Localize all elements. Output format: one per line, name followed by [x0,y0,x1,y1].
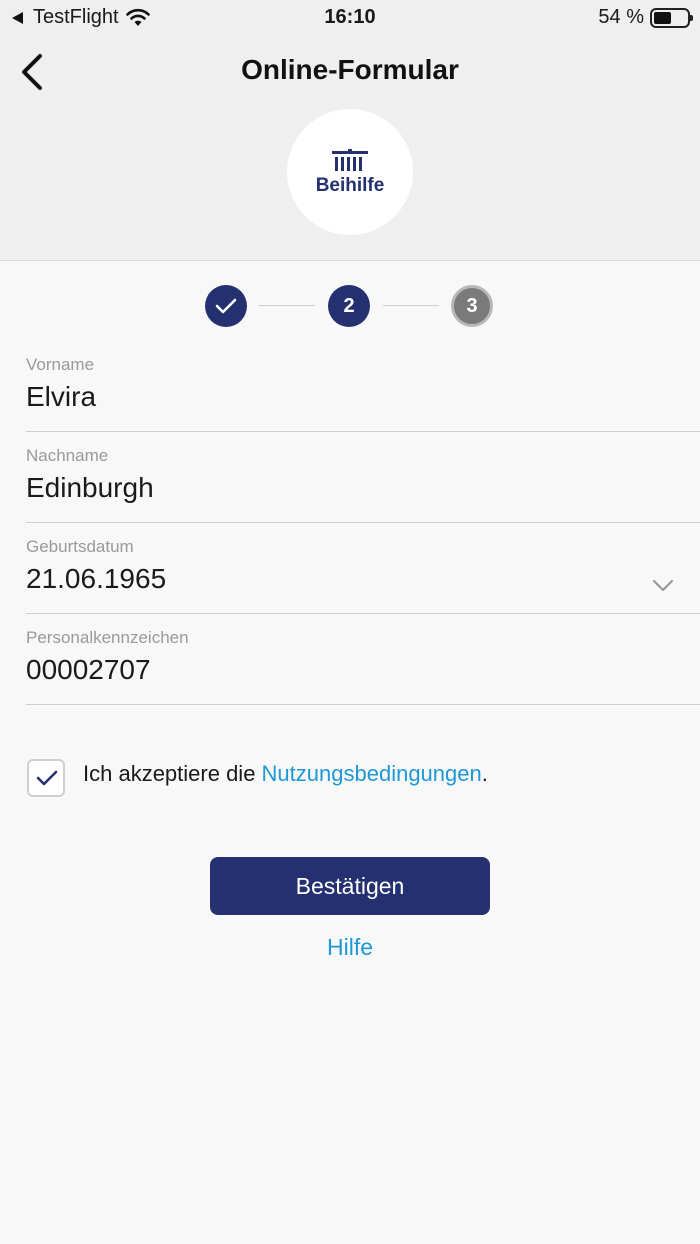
terms-prefix: Ich akzeptiere die [83,761,262,786]
battery-fill [654,11,671,24]
clock: 16:10 [324,6,376,28]
step-connector [259,305,315,306]
building-columns-icon [332,149,368,171]
status-bar: TestFlight 16:10 54 % [0,0,700,36]
field-value: 00002707 [26,654,151,685]
page-title: Online-Formular [241,54,459,85]
header: TestFlight 16:10 54 % Online-Formular Be… [0,0,700,261]
check-icon [36,770,58,786]
check-icon [215,298,237,314]
terms-suffix: . [481,761,488,786]
step-connector [383,305,439,306]
field-value: Edinburgh [26,472,154,503]
terms-checkbox[interactable] [27,759,65,797]
terms-link[interactable]: Nutzungsbedingungen [262,761,482,786]
step-3-upcoming: 3 [451,285,493,327]
birthdate-dropdown[interactable]: Geburtsdatum 21.06.1965 [26,523,700,614]
step-2-current: 2 [328,285,370,327]
personnel-id-field[interactable]: Personalkennzeichen 00002707 [26,614,700,705]
step-1-completed [205,285,247,327]
field-label: Geburtsdatum [26,537,134,556]
progress-stepper: 2 3 [0,285,700,329]
first-name-field[interactable]: Vorname Elvira [26,341,700,432]
field-value: 21.06.1965 [26,563,167,594]
terms-text: Ich akzeptiere die Nutzungsbedingungen. [83,761,488,787]
help-link[interactable]: Hilfe [0,934,700,961]
chevron-down-icon [652,579,674,592]
logo-text: Beihilfe [315,175,385,196]
last-name-field[interactable]: Nachname Edinburgh [26,432,700,523]
battery-percent: 54 % [598,6,644,28]
beihilfe-logo: Beihilfe [287,109,413,235]
field-value: Elvira [26,381,97,412]
confirm-button[interactable]: Bestätigen [210,857,490,915]
battery-icon [650,7,693,28]
field-label: Vorname [26,355,95,374]
battery-status: 54 % [598,6,693,29]
field-label: Nachname [26,446,109,465]
field-label: Personalkennzeichen [26,628,189,647]
